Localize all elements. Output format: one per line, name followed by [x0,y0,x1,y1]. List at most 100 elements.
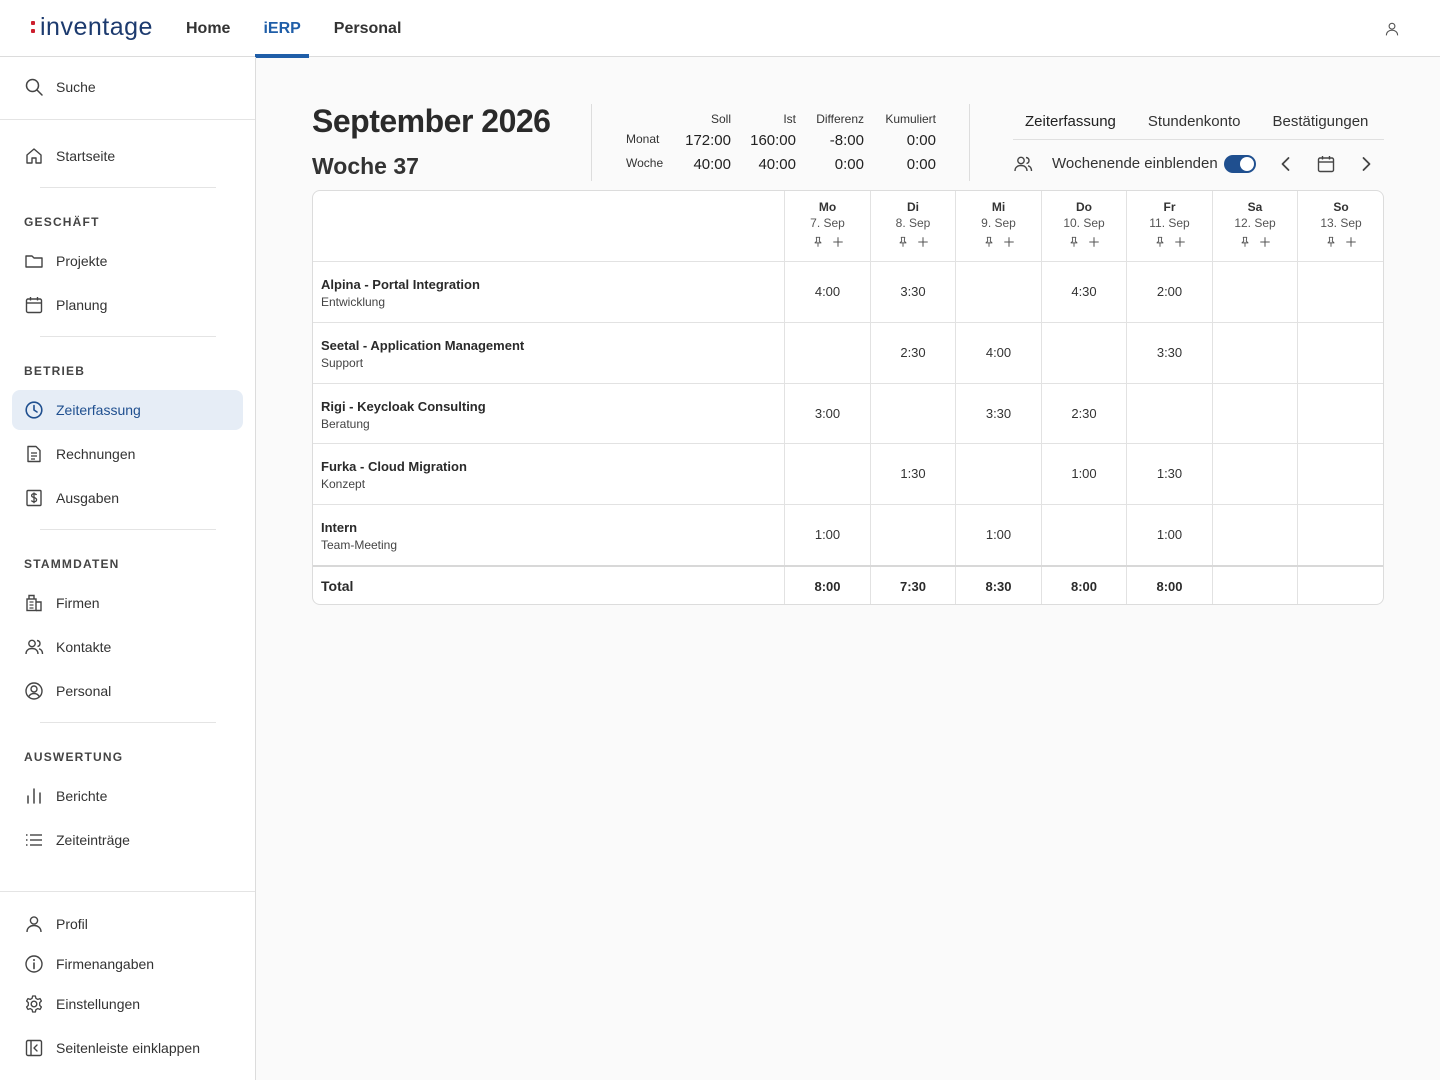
sidebar-item-kontakte[interactable]: Kontakte [12,627,243,667]
day-date: 9. Sep [981,216,1016,230]
time-cell[interactable]: 3:30 [956,406,1041,421]
plus-icon[interactable] [1088,236,1100,248]
time-cell[interactable]: 4:00 [956,345,1041,360]
day-header: Fr 11. Sep [1127,191,1212,262]
plus-icon[interactable] [832,236,844,248]
sidebar-item-label: Rechnungen [56,446,136,462]
tab-bestaetigungen[interactable]: Bestätigungen [1260,103,1380,139]
sidebar-item-profil[interactable]: Profil [12,904,243,944]
time-cell[interactable]: 4:30 [1042,284,1126,299]
pin-icon[interactable] [897,236,909,248]
topnav-home[interactable]: Home [186,0,230,57]
pin-icon[interactable] [1068,236,1080,248]
sidebar-item-label: Berichte [56,788,108,804]
time-cell[interactable]: 3:30 [1127,345,1212,360]
user-menu-icon[interactable] [1384,21,1400,37]
plus-icon[interactable] [1259,236,1271,248]
home-icon [24,146,44,166]
day-date: 10. Sep [1063,216,1105,230]
sidebar-divider [40,529,216,530]
total-cell: 7:30 [899,579,927,594]
sidebar-item-einstellungen[interactable]: Einstellungen [12,984,243,1024]
sidebar-item-label: Seitenleiste einklappen [56,1040,200,1056]
tab-zeiterfassung[interactable]: Zeiterfassung [1013,103,1128,139]
time-cell[interactable]: 1:00 [1042,466,1126,481]
total-cell: 8:00 [1156,579,1183,594]
chevron-right-icon[interactable] [1356,154,1376,174]
sidebar-item-label: Firmen [56,595,100,611]
calendar-icon[interactable] [1316,154,1336,174]
sidebar-item-startseite[interactable]: Startseite [12,136,243,176]
time-cell[interactable]: 4:00 [785,284,870,299]
summary-value: 160:00 [750,132,796,149]
sidebar-section-title: STAMMDATEN [24,557,120,571]
tab-stundenkonto[interactable]: Stundenkonto [1136,103,1253,139]
weekend-toggle[interactable] [1224,155,1256,173]
sidebar-search[interactable]: Suche [12,67,243,107]
time-cell[interactable]: 2:00 [1127,284,1212,299]
sidebar-item-rechnungen[interactable]: Rechnungen [12,434,243,474]
day-date: 13. Sep [1320,216,1362,230]
sidebar-item-zeiteintraege[interactable]: Zeiteinträge [12,820,243,860]
sidebar-item-label: Planung [56,297,108,313]
day-date: 7. Sep [810,216,845,230]
table-row-label: Intern Team-Meeting [321,520,397,552]
sidebar-item-personal[interactable]: Personal [12,671,243,711]
sidebar-item-ausgaben[interactable]: Ausgaben [12,478,243,518]
project-name: Seetal - Application Management [321,338,525,353]
time-cell[interactable]: 1:30 [1127,466,1212,481]
time-cell[interactable]: 2:30 [1042,406,1126,421]
pin-icon[interactable] [1239,236,1251,248]
row-divider [313,504,1383,505]
users-icon[interactable] [1013,154,1033,174]
time-cell[interactable]: 1:00 [1127,527,1212,542]
summary-value: 0:00 [906,132,936,149]
time-cell[interactable]: 3:00 [785,406,870,421]
user-circle-icon [24,681,44,701]
day-date: 8. Sep [895,216,931,230]
project-name: Intern [321,520,358,535]
sidebar-item-label: Personal [56,683,112,699]
sidebar-item-zeiterfassung[interactable]: Zeiterfassung [12,390,243,430]
row-divider [313,383,1383,384]
sidebar-item-label: Einstellungen [56,996,141,1012]
total-cell: 8:30 [985,579,1012,594]
plus-icon[interactable] [1345,236,1357,248]
sidebar-item-berichte[interactable]: Berichte [12,776,243,816]
time-cell[interactable]: 2:30 [871,345,955,360]
sidebar-item-planung[interactable]: Planung [12,285,243,325]
topnav-personal[interactable]: Personal [334,0,402,57]
sidebar-item-label: Kontakte [56,639,112,655]
row-divider [313,443,1383,444]
task-name: Team-Meeting [321,538,398,552]
sidebar-item-firmen[interactable]: Firmen [12,583,243,623]
topnav-ierp[interactable]: iERP [255,0,310,58]
task-name: Konzept [321,477,366,491]
day-header: Do 10. Sep [1042,191,1126,262]
inventage-logo[interactable]: inventage [31,14,153,40]
time-cell[interactable]: 3:30 [871,284,955,299]
pin-icon[interactable] [1325,236,1337,248]
chevron-left-icon[interactable] [1276,154,1296,174]
time-cell[interactable]: 1:00 [956,527,1041,542]
top-nav: Home iERP Personal [186,0,434,58]
time-cell[interactable]: 1:30 [871,466,955,481]
pin-icon[interactable] [983,236,995,248]
pin-icon[interactable] [1154,236,1166,248]
sidebar-collapse-button[interactable]: Seitenleiste einklappen [12,1028,243,1068]
day-header: Mo 7. Sep [785,191,870,262]
plus-icon[interactable] [1003,236,1015,248]
time-cell[interactable]: 1:00 [785,527,870,542]
sidebar-item-firmenangaben[interactable]: Firmenangaben [12,944,243,984]
day-date: 12. Sep [1234,216,1276,230]
bar-chart-icon [24,786,44,806]
plus-icon[interactable] [917,236,929,248]
sidebar-section-title: AUSWERTUNG [24,750,124,764]
pin-icon[interactable] [812,236,824,248]
sidebar-section-title: GESCHÄFT [24,215,100,229]
day-name: Sa [1247,200,1263,214]
day-header: Mi 9. Sep [956,191,1041,262]
sidebar-divider [40,722,216,723]
plus-icon[interactable] [1174,236,1186,248]
sidebar-item-projekte[interactable]: Projekte [12,241,243,281]
